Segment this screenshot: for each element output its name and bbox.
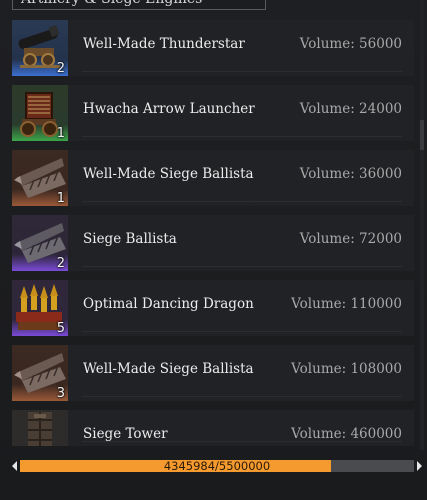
- list-scrollbar[interactable]: [420, 0, 424, 450]
- item-quantity: 2: [56, 256, 65, 271]
- capacity-track: 4345984/5500000: [20, 459, 414, 473]
- list-item[interactable]: 2 Siege Ballista Volume: 72000: [12, 215, 414, 271]
- item-name: Well-Made Siege Ballista: [83, 166, 254, 182]
- item-name: Well-Made Thunderstar: [83, 36, 245, 52]
- list-item[interactable]: Siege Tower Volume: 460000: [12, 410, 414, 446]
- item-name: Optimal Dancing Dragon: [83, 296, 254, 312]
- hwacha-icon: 1: [12, 85, 68, 141]
- cannon-icon: 2: [12, 20, 68, 76]
- item-volume: Volume: 108000: [291, 361, 402, 377]
- item-volume: Volume: 72000: [299, 231, 402, 247]
- item-volume: Volume: 460000: [291, 426, 402, 442]
- storage-panel: Artillery & Siege Engines 2 Well-Made Th…: [0, 0, 427, 500]
- item-name: Siege Tower: [83, 426, 168, 442]
- item-name: Siege Ballista: [83, 231, 177, 247]
- list-item[interactable]: 3 Well-Made Siege Ballista Volume: 10800…: [12, 345, 414, 401]
- list-item[interactable]: 1 Hwacha Arrow Launcher Volume: 24000: [12, 85, 414, 141]
- item-quantity: 5: [56, 321, 65, 336]
- item-quantity: 3: [56, 386, 65, 401]
- ballista-icon: 2: [12, 215, 68, 271]
- capacity-label: 4345984/5500000: [163, 459, 271, 473]
- item-quantity: 2: [56, 61, 65, 76]
- ballista-icon: 3: [12, 345, 68, 401]
- siege-tower-icon: [12, 410, 68, 446]
- item-quantity: 1: [56, 126, 65, 141]
- item-volume: Volume: 24000: [299, 101, 402, 117]
- dragon-rockets-icon: 5: [12, 280, 68, 336]
- item-name: Well-Made Siege Ballista: [83, 361, 254, 377]
- list-item[interactable]: 5 Optimal Dancing Dragon Volume: 110000: [12, 280, 414, 336]
- list-item[interactable]: 1 Well-Made Siege Ballista Volume: 36000: [12, 150, 414, 206]
- capacity-bar: 4345984/5500000: [12, 459, 422, 473]
- item-name: Hwacha Arrow Launcher: [83, 101, 255, 117]
- item-volume: Volume: 56000: [299, 36, 402, 52]
- list-item[interactable]: 2 Well-Made Thunderstar Volume: 56000: [12, 20, 414, 76]
- item-volume: Volume: 36000: [299, 166, 402, 182]
- ballista-icon: 1: [12, 150, 68, 206]
- category-tab[interactable]: Artillery & Siege Engines: [12, 0, 266, 10]
- arrow-right-icon[interactable]: [417, 461, 422, 471]
- arrow-left-icon[interactable]: [12, 461, 17, 471]
- item-quantity: 1: [56, 191, 65, 206]
- item-volume: Volume: 110000: [291, 296, 402, 312]
- scrollbar-thumb[interactable]: [420, 120, 424, 150]
